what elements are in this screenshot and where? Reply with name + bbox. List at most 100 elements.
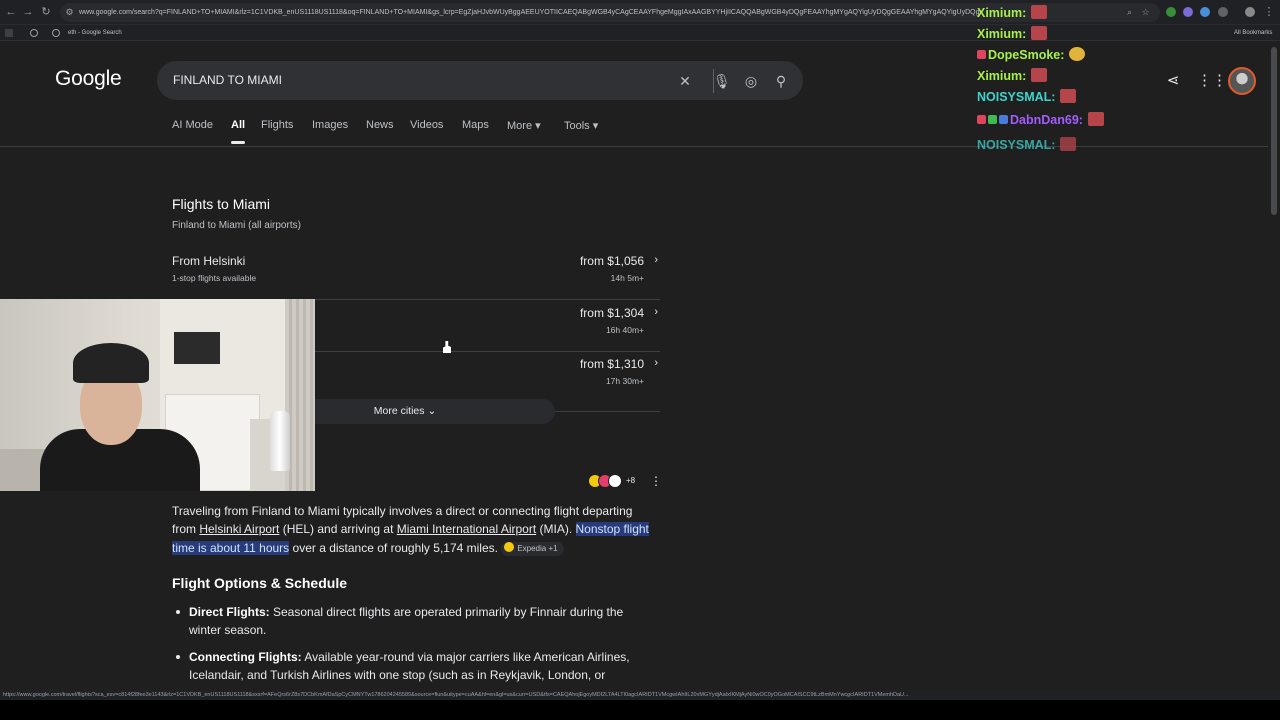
tab-news[interactable]: News [366, 119, 394, 131]
bookmark-icon[interactable] [52, 29, 60, 37]
emote-icon [1031, 68, 1048, 82]
emote-icon [1060, 89, 1077, 103]
webcam-tv [174, 332, 220, 364]
source-count[interactable]: +8 [626, 474, 635, 488]
zoom-icon[interactable]: ⌕ [1124, 7, 1135, 18]
heart-badge-icon [977, 115, 986, 124]
emote-icon [1060, 137, 1077, 151]
extension-icon[interactable] [1166, 7, 1176, 17]
tab-images[interactable]: Images [312, 119, 348, 131]
list-item: Direct Flights: Seasonal direct flights … [172, 603, 652, 639]
microphone-icon[interactable]: 🎙 [713, 73, 731, 89]
extension-icon[interactable] [1200, 7, 1210, 17]
apps-icon[interactable] [5, 29, 13, 37]
chat-message: Ximium: [977, 25, 1048, 43]
letterbox [0, 700, 1280, 720]
chat-user: Ximium: [977, 69, 1027, 83]
bookmark-icon[interactable] [30, 29, 38, 37]
more-options-icon[interactable]: ⋮ [650, 474, 662, 488]
more-cities-label: More cities [373, 405, 425, 417]
flight-price: from $1,056 [579, 254, 644, 268]
section-heading: Flight Options & Schedule [172, 575, 347, 591]
ai-overview-text: Traveling from Finland to Miami typicall… [172, 502, 652, 557]
reload-icon[interactable]: ↻ [39, 5, 53, 19]
chat-user: Ximium: [977, 6, 1027, 20]
chat-user: NOISYSMAL: [977, 90, 1056, 104]
emote-icon [1087, 112, 1104, 126]
tab-videos[interactable]: Videos [410, 119, 443, 131]
chip-label: Expedia +1 [517, 543, 558, 553]
chat-message: NOISYSMAL: [977, 88, 1077, 106]
all-bookmarks[interactable]: All Bookmarks [1234, 27, 1272, 39]
expedia-icon [504, 541, 515, 552]
tab-all[interactable]: All [231, 119, 245, 131]
apps-grid-icon[interactable]: ⋮⋮ [1197, 72, 1227, 90]
chat-message: NOISYSMAL: [977, 136, 1077, 154]
browser-menu-icon[interactable]: ⋮ [1262, 5, 1276, 19]
lens-icon[interactable]: ◎ [743, 73, 759, 89]
chevron-down-icon: ⌄ [427, 405, 437, 417]
bookmark-eth-search[interactable]: eth - Google Search [68, 27, 122, 39]
tab-more[interactable]: More ▾ [507, 119, 541, 132]
water-bottle [270, 411, 290, 471]
miami-airport-link[interactable]: Miami International Airport [397, 522, 536, 536]
bookmarks-bar: eth - Google Search All Bookmarks [0, 25, 1280, 41]
search-box[interactable]: FINLAND TO MIAMI ✕ 🎙 ◎ ⚲ [157, 61, 803, 100]
bullet-term: Direct Flights: [189, 605, 270, 619]
source-icons[interactable] [588, 474, 626, 488]
chat-user: NOISYSMAL: [977, 138, 1056, 152]
text: over a distance of roughly 5,174 miles. [289, 540, 502, 555]
flight-origin: From Helsinki [172, 254, 246, 268]
url-text[interactable]: www.google.com/search?q=FINLAND+TO+MIAMI… [79, 6, 979, 19]
header-divider [0, 146, 1268, 147]
helsinki-airport-link[interactable]: Helsinki Airport [199, 522, 279, 536]
bullet-term: Connecting Flights: [189, 650, 302, 664]
status-bar-url: https://www.google.com/travel/flights?sc… [0, 690, 1280, 700]
fade [0, 680, 1268, 688]
chat-message: Ximium: [977, 67, 1048, 85]
flight-row[interactable]: From Helsinki 1-stop flights available f… [172, 254, 660, 300]
search-icon[interactable]: ⚲ [773, 73, 789, 89]
google-logo[interactable]: Google [55, 67, 122, 91]
divider [555, 411, 660, 412]
flights-title[interactable]: Flights to Miami [172, 196, 270, 212]
extensions-puzzle-icon[interactable] [1218, 7, 1228, 17]
source-icon [608, 474, 622, 488]
streamer [40, 343, 200, 491]
profile-icon[interactable] [1245, 7, 1255, 17]
flight-duration: 14h 5m+ [610, 273, 644, 283]
tab-tools[interactable]: Tools ▾ [564, 119, 598, 132]
emote-icon [1031, 26, 1048, 40]
account-avatar[interactable] [1228, 67, 1256, 95]
flight-duration: 17h 30m+ [605, 376, 644, 386]
list-badge-icon [999, 115, 1008, 124]
site-info-icon[interactable]: ⚙ [64, 7, 75, 18]
heart-badge-icon [977, 50, 986, 59]
clear-icon[interactable]: ✕ [677, 73, 693, 89]
browser-toolbar: ← → ↻ ⚙ www.google.com/search?q=FINLAND+… [0, 0, 1280, 25]
chat-message: DopeSmoke: [977, 46, 1086, 64]
chat-message: DabnDan69: [977, 111, 1104, 129]
forward-icon[interactable]: → [21, 5, 35, 19]
back-icon[interactable]: ← [4, 5, 18, 19]
text: (HEL) and arriving at [279, 522, 397, 537]
streamer-cap [73, 343, 149, 383]
search-input[interactable]: FINLAND TO MIAMI [173, 61, 282, 100]
sub-badge-icon [988, 115, 997, 124]
extension-icon[interactable] [1183, 7, 1193, 17]
scrollbar-thumb[interactable] [1271, 47, 1277, 215]
share-icon[interactable]: ⋖ [1164, 72, 1182, 90]
tab-flights[interactable]: Flights [261, 119, 293, 131]
chevron-right-icon: › [654, 357, 658, 369]
bookmark-star-icon[interactable]: ☆ [1140, 7, 1151, 18]
tab-ai-mode[interactable]: AI Mode [172, 119, 213, 131]
chat-user: Ximium: [977, 27, 1027, 41]
flight-price: from $1,310 [579, 357, 644, 371]
tab-maps[interactable]: Maps [462, 119, 489, 131]
flight-duration: 16h 40m+ [605, 325, 644, 335]
scrollbar[interactable] [1268, 41, 1280, 690]
chat-user: DopeSmoke: [988, 48, 1065, 62]
webcam-overlay [0, 299, 315, 491]
source-chip[interactable]: Expedia +1 [501, 541, 564, 556]
chevron-right-icon: › [654, 306, 658, 318]
